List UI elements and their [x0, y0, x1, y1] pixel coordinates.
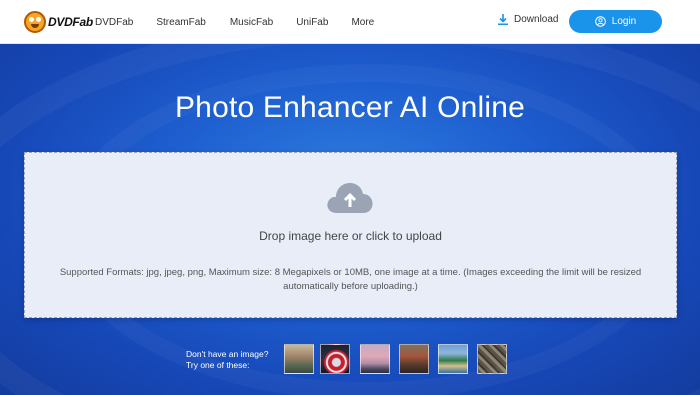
drop-instruction: Drop image here or click to upload [259, 229, 442, 243]
hero-section: Photo Enhancer AI Online Drop image here… [0, 44, 700, 395]
main-nav: DVDFab StreamFab MusicFab UniFab More [95, 0, 397, 44]
page-title: Photo Enhancer AI Online [174, 91, 526, 124]
nav-item-dvdfab[interactable]: DVDFab [95, 17, 133, 28]
sample-thumb-sunset-landscape[interactable] [284, 344, 314, 374]
logo-text: DVDFab [48, 15, 93, 29]
dvdfab-logo[interactable]: DVDFab [24, 11, 93, 33]
login-label: Login [611, 16, 637, 27]
sample-thumb-captain-america[interactable] [320, 344, 350, 374]
nav-item-musicfab[interactable]: MusicFab [230, 17, 273, 28]
download-link[interactable]: Download [498, 14, 558, 25]
download-icon [498, 14, 508, 25]
samples-label-line2: Try one of these: [186, 360, 250, 370]
samples-label: Don't have an image? Try one of these: [186, 349, 268, 371]
top-header: DVDFab DVDFab StreamFab MusicFab UniFab … [0, 0, 700, 44]
nav-item-streamfab[interactable]: StreamFab [156, 17, 205, 28]
sample-thumb-beach-view[interactable] [438, 344, 468, 374]
sample-thumb-pink-sky[interactable] [360, 344, 390, 374]
sample-images: Don't have an image? Try one of these: [0, 344, 700, 376]
supported-formats-text: Supported Formats: jpg, jpeg, png, Maxim… [59, 267, 642, 292]
sample-thumb-city-aerial[interactable] [477, 344, 507, 374]
logo-mascot-icon [24, 11, 46, 33]
nav-item-unifab[interactable]: UniFab [296, 17, 328, 28]
cloud-upload-icon [327, 183, 373, 213]
download-label: Download [514, 14, 559, 25]
user-icon [594, 16, 606, 27]
upload-dropzone[interactable]: Drop image here or click to upload Suppo… [24, 152, 677, 318]
login-button[interactable]: Login [569, 10, 662, 33]
nav-item-more[interactable]: More [351, 17, 374, 28]
samples-label-line1: Don't have an image? [186, 349, 269, 359]
sample-thumb-historic-buildings[interactable] [399, 344, 429, 374]
